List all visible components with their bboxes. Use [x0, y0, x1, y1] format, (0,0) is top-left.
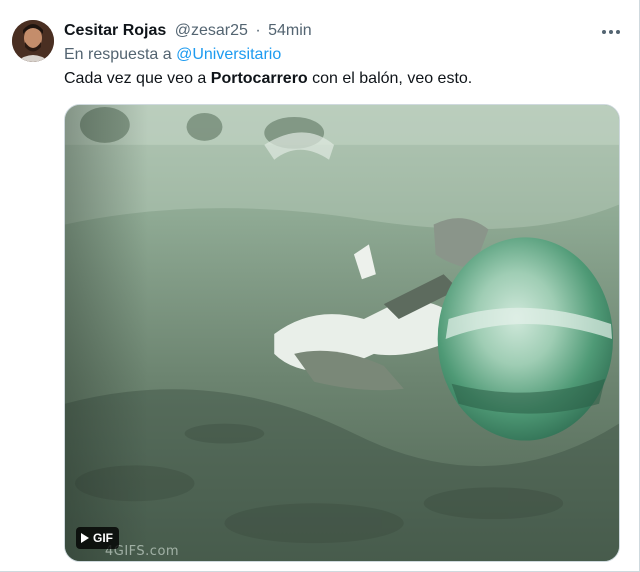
more-options-button[interactable] [597, 20, 625, 44]
more-horizontal-icon [602, 30, 620, 34]
author-handle[interactable]: @zesar25 [175, 22, 248, 39]
tweet-text: Cada vez que veo a Portocarrero con el b… [64, 69, 472, 89]
tweet-text-part-2: con el balón, veo esto. [307, 70, 473, 87]
tweet-text-bold: Portocarrero [210, 70, 308, 87]
reply-mention-link[interactable]: @Universitario [176, 46, 281, 63]
avatar[interactable] [12, 20, 54, 62]
reply-context: En respuesta a @Universitario [64, 45, 281, 65]
tweet-card[interactable]: Cesitar Rojas @zesar25 · 54min En respue… [0, 0, 640, 572]
tweet-text-part-1: Cada vez que veo a [64, 70, 211, 87]
gif-badge[interactable]: GIF [76, 527, 119, 549]
reply-prefix: En respuesta a [64, 46, 172, 63]
separator-dot: · [255, 22, 261, 39]
tweet-header: Cesitar Rojas @zesar25 · 54min [64, 21, 312, 41]
avatar-image [12, 20, 54, 62]
play-icon [81, 533, 89, 543]
gif-frame-image [65, 105, 619, 561]
author-display-name[interactable]: Cesitar Rojas [64, 22, 166, 39]
gif-media[interactable]: 4GIFS.com GIF [64, 104, 620, 562]
gif-badge-label: GIF [93, 531, 113, 545]
tweet-timestamp[interactable]: 54min [268, 22, 312, 39]
